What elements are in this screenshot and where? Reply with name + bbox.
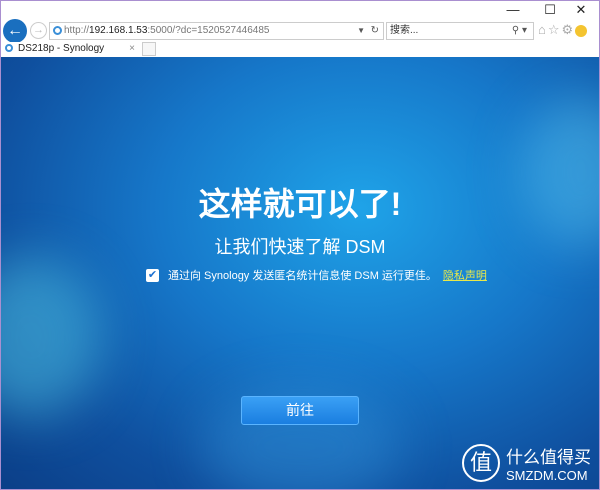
forward-button[interactable]: → bbox=[30, 22, 47, 39]
smzdm-logo: 值 bbox=[462, 444, 500, 482]
toolbar-icons: ⌂☆⚙ bbox=[538, 22, 588, 38]
url-host: 192.168.1.53 bbox=[89, 25, 148, 36]
watermark-name: 什么值得买 bbox=[506, 448, 591, 467]
consent-text: 通过向 Synology 发送匿名统计信息使 DSM 运行更佳。 bbox=[168, 270, 437, 282]
consent-row: ✔ 通过向 Synology 发送匿名统计信息使 DSM 运行更佳。 隐私声明 bbox=[146, 267, 487, 283]
next-button[interactable]: 前往 bbox=[241, 396, 359, 425]
url-rest: :5000/?dc=1520527446485 bbox=[147, 25, 270, 36]
close-button[interactable]: ✕ bbox=[571, 2, 591, 18]
gear-icon[interactable]: ⚙ bbox=[562, 22, 576, 37]
refresh-icon[interactable]: ↻ bbox=[371, 23, 379, 39]
browser-tab[interactable]: DS218p - Synology DiskSt... × bbox=[1, 42, 139, 68]
bg-glow bbox=[1, 257, 101, 417]
star-icon[interactable]: ☆ bbox=[548, 22, 562, 37]
page-title: 这样就可以了! bbox=[198, 186, 402, 222]
url-prefix: http:// bbox=[64, 25, 90, 36]
watermark-domain: SMZDM.COM bbox=[506, 468, 588, 483]
page-subtitle: 让我们快速了解 DSM bbox=[214, 237, 386, 257]
watermark: 值 什么值得买 SMZDM.COM bbox=[462, 443, 591, 483]
minimize-button[interactable]: — bbox=[503, 2, 523, 17]
back-button[interactable]: ← bbox=[3, 19, 27, 43]
home-icon[interactable]: ⌂ bbox=[538, 22, 548, 37]
search-placeholder: 搜索... bbox=[390, 25, 419, 36]
dropdown-icon[interactable]: ▼ bbox=[357, 23, 365, 39]
search-icon[interactable]: ⚲ ▾ bbox=[512, 23, 527, 39]
feedback-smiley-icon[interactable] bbox=[575, 24, 588, 37]
ie-icon bbox=[5, 44, 13, 52]
title-bar: — ☐ ✕ bbox=[0, 0, 600, 20]
dsm-welcome-page: 这样就可以了! 让我们快速了解 DSM ✔ 通过向 Synology 发送匿名统… bbox=[1, 57, 599, 489]
maximize-button[interactable]: ☐ bbox=[540, 2, 560, 18]
new-tab-button[interactable] bbox=[142, 42, 156, 56]
tab-close-icon[interactable]: × bbox=[129, 42, 135, 56]
search-input[interactable]: 搜索... ⚲ ▾ bbox=[386, 22, 534, 40]
consent-checkbox[interactable]: ✔ bbox=[146, 268, 159, 282]
address-bar[interactable]: http://192.168.1.53:5000/?dc=15205274464… bbox=[49, 22, 384, 40]
privacy-link[interactable]: 隐私声明 bbox=[443, 267, 487, 283]
ie-icon bbox=[53, 26, 62, 35]
